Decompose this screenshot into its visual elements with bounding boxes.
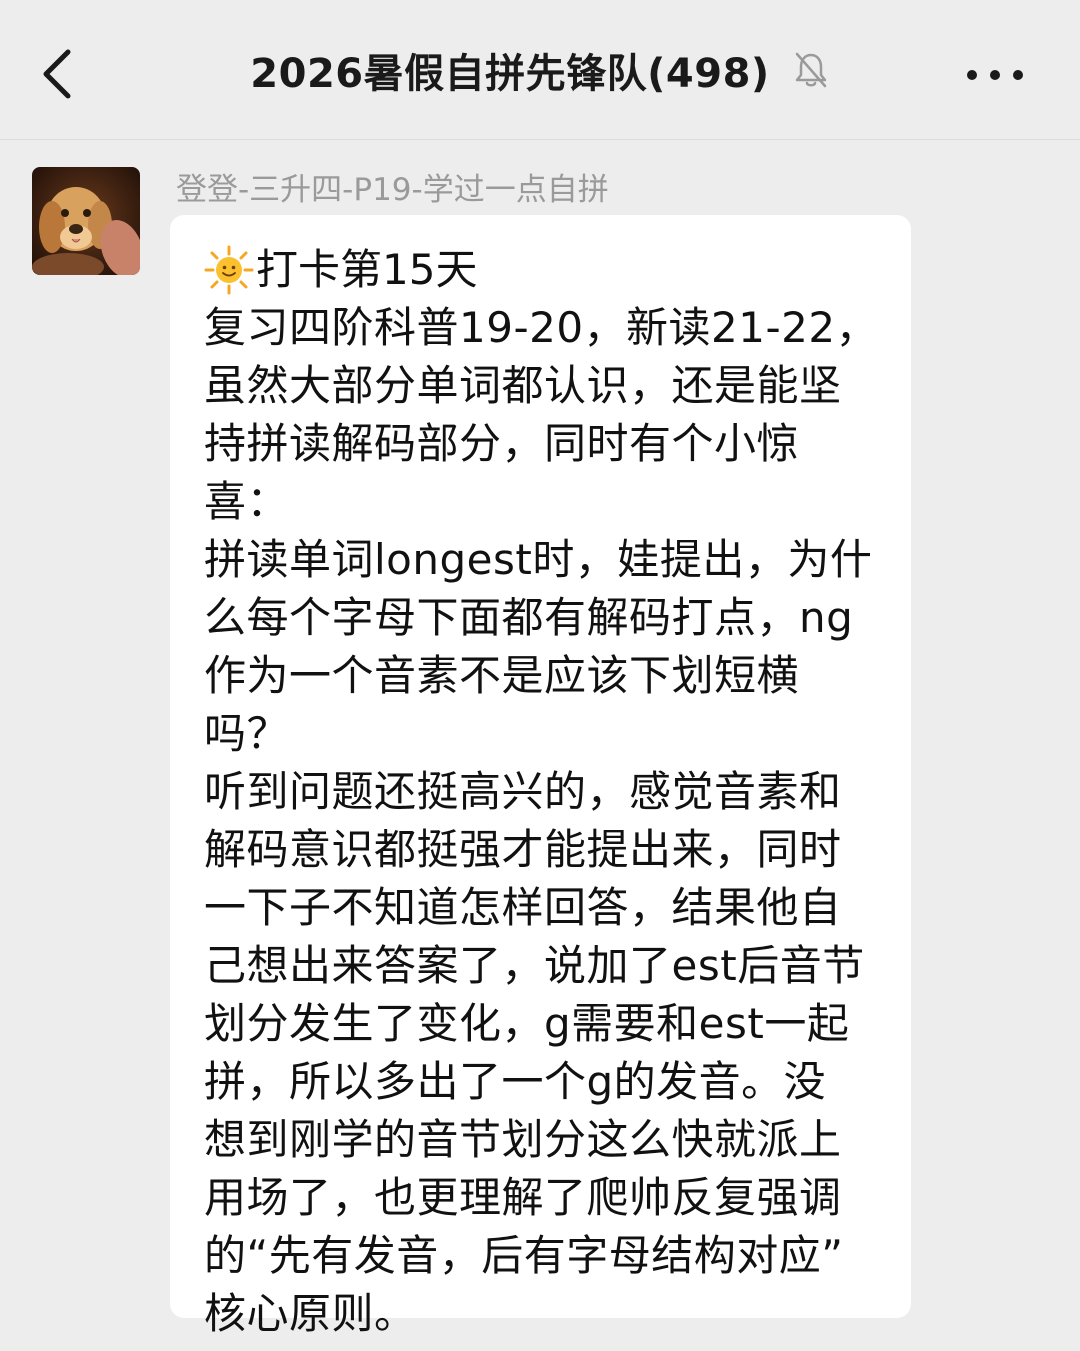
message-heading: 打卡第15天 (204, 241, 881, 299)
message-text: 复习四阶科普19-20，新读21-22， 虽然大部分单词都认识，还是能坚 持拼读… (204, 303, 879, 1338)
message-bubble[interactable]: 打卡第15天 复习四阶科普19-20，新读21-22， 虽然大部分单词都认识，还… (170, 215, 911, 1338)
more-dots-icon (967, 70, 977, 80)
sender-name: 登登-三升四-P19-学过一点自拼 (176, 172, 609, 208)
sun-emoji (204, 245, 254, 295)
back-button[interactable] (30, 42, 90, 106)
bell-muted-icon (792, 50, 830, 90)
dog-avatar (32, 167, 140, 275)
chevron-left-icon (43, 49, 71, 99)
top-nav-bar: 2026暑假自拼先锋队(498) (0, 0, 1080, 140)
checkin-title: 打卡第15天 (256, 245, 478, 294)
sender-avatar[interactable] (32, 167, 140, 275)
more-dots-icon (990, 70, 1000, 80)
chat-title[interactable]: 2026暑假自拼先锋队(498) (250, 41, 769, 99)
more-options-button[interactable] (950, 50, 1040, 100)
more-dots-icon (1013, 70, 1023, 80)
